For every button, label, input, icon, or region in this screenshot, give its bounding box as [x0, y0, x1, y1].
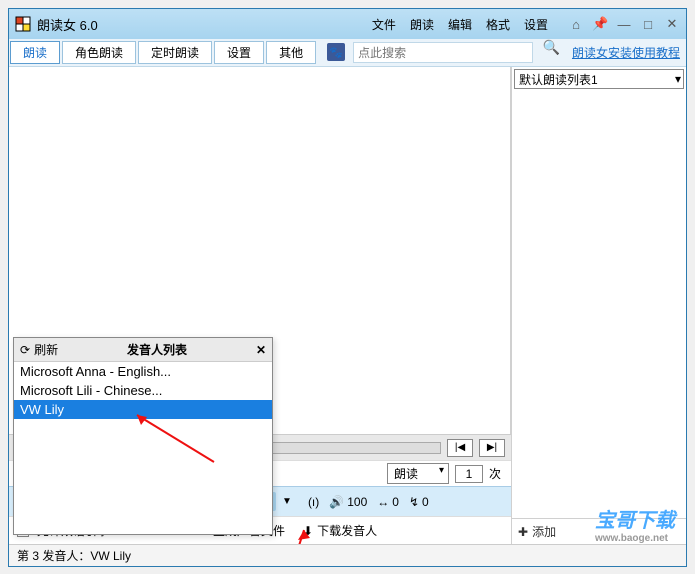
download-icon: ⬇: [303, 524, 313, 538]
menu-file[interactable]: 文件: [372, 16, 396, 33]
voice-dropdown-icon[interactable]: ▼: [282, 496, 292, 507]
plus-icon: ✚: [518, 525, 528, 539]
search-icon[interactable]: 🔍: [543, 39, 560, 66]
count-input[interactable]: 1: [455, 465, 483, 483]
left-pane: ⟳ 刷新 发音人列表 ✕ Microsoft Anna - English...…: [9, 67, 511, 544]
playlist-area[interactable]: [512, 91, 686, 518]
main-area: ⟳ 刷新 发音人列表 ✕ Microsoft Anna - English...…: [9, 67, 686, 544]
app-logo-icon: [15, 16, 31, 32]
search-input[interactable]: [358, 46, 527, 60]
tab-settings[interactable]: 设置: [214, 41, 264, 64]
popup-close-icon[interactable]: ✕: [256, 343, 266, 357]
voice-list: Microsoft Anna - English... Microsoft Li…: [14, 362, 272, 419]
titlebar: 朗读女 6.0 文件 朗读 编辑 格式 设置 ⌂ 📌 — □ ✕: [9, 9, 686, 39]
search-box[interactable]: [353, 42, 532, 63]
text-area[interactable]: ⟳ 刷新 发音人列表 ✕ Microsoft Anna - English...…: [9, 67, 511, 434]
download-voice-button[interactable]: ⬇ 下载发音人: [303, 522, 377, 539]
volume-control[interactable]: 🔊100: [329, 495, 367, 509]
add-playlist-button[interactable]: ✚ 添加: [512, 518, 686, 544]
app-window: 朗读女 6.0 文件 朗读 编辑 格式 设置 ⌂ 📌 — □ ✕ 朗读 角色朗读…: [8, 8, 687, 567]
tab-role-read[interactable]: 角色朗读: [62, 41, 136, 64]
voice-item[interactable]: Microsoft Lili - Chinese...: [14, 381, 272, 400]
volume-icon: 🔊: [329, 495, 344, 509]
times-label: 次: [489, 465, 501, 482]
tab-other[interactable]: 其他: [266, 41, 316, 64]
speed-icon: ↔: [377, 495, 389, 509]
home-icon[interactable]: ⌂: [568, 17, 584, 32]
menu-settings[interactable]: 设置: [524, 16, 548, 33]
app-title: 朗读女 6.0: [37, 15, 98, 34]
next-button[interactable]: ▶|: [479, 439, 505, 457]
mic-control[interactable]: (ı): [308, 495, 319, 509]
tutorial-link[interactable]: 朗读女安装使用教程: [572, 39, 680, 66]
close-icon[interactable]: ✕: [664, 16, 680, 32]
popup-title: 发音人列表: [58, 341, 256, 358]
prev-button[interactable]: |◀: [447, 439, 473, 457]
pin-icon[interactable]: 📌: [592, 16, 608, 32]
tab-read[interactable]: 朗读: [10, 41, 60, 64]
maximize-icon[interactable]: □: [640, 17, 656, 32]
mic-icon: (ı): [308, 495, 319, 509]
tab-timer-read[interactable]: 定时朗读: [138, 41, 212, 64]
refresh-button[interactable]: ⟳ 刷新: [20, 341, 58, 358]
voice-list-popup: ⟳ 刷新 发音人列表 ✕ Microsoft Anna - English...…: [13, 337, 273, 535]
playlist-select[interactable]: 默认朗读列表1 ▾: [514, 69, 684, 89]
minimize-icon[interactable]: —: [616, 17, 632, 32]
speed-control[interactable]: ↔0: [377, 495, 399, 509]
menu-edit[interactable]: 编辑: [448, 16, 472, 33]
popup-empty-area: [14, 419, 272, 534]
right-pane: 默认朗读列表1 ▾ ✚ 添加: [511, 67, 686, 544]
refresh-icon: ⟳: [20, 343, 30, 357]
toolbar: 朗读 角色朗读 定时朗读 设置 其他 🐾 🔍 朗读女安装使用教程: [9, 39, 686, 67]
voice-item-selected[interactable]: VW Lily: [14, 400, 272, 419]
chevron-down-icon: ▾: [675, 72, 681, 86]
baidu-icon[interactable]: 🐾: [327, 43, 345, 61]
menu-format[interactable]: 格式: [486, 16, 510, 33]
voice-item[interactable]: Microsoft Anna - English...: [14, 362, 272, 381]
status-bar: 第 3 发音人：VW Lily: [9, 544, 686, 566]
pitch-control[interactable]: ↯0: [409, 495, 429, 509]
read-mode-select[interactable]: 朗读: [387, 463, 449, 484]
menu-bar: 文件 朗读 编辑 格式 设置: [372, 16, 548, 33]
menu-read[interactable]: 朗读: [410, 16, 434, 33]
status-text: 第 3 发音人：VW Lily: [17, 547, 131, 564]
pitch-icon: ↯: [409, 495, 419, 509]
